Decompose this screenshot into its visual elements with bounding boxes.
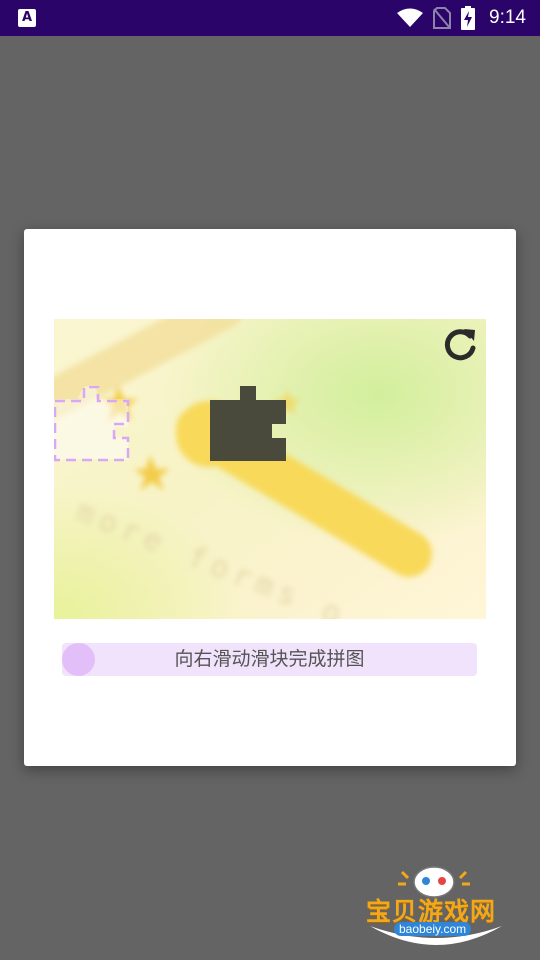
refresh-button[interactable] (440, 325, 480, 365)
no-sim-icon (433, 7, 452, 29)
refresh-icon (444, 329, 476, 361)
app-notification-icon: A (18, 9, 36, 27)
puzzle-image: more forms o (54, 319, 486, 619)
slider-instruction-text: 向右滑动滑块完成拼图 (174, 648, 365, 670)
puzzle-drag-piece[interactable] (54, 386, 132, 462)
slider-knob[interactable] (62, 643, 95, 676)
puzzle-target-slot (210, 386, 286, 461)
puzzle-background-image: more forms o (54, 319, 486, 619)
wifi-icon (397, 8, 424, 28)
battery-charging-icon (461, 6, 476, 30)
captcha-dialog: more forms o 向右滑动滑块完成拼图 (24, 229, 516, 766)
watermark-url-text: baobeiy.com (394, 922, 472, 936)
status-icons: 9:14 (397, 0, 526, 36)
slider-track[interactable]: 向右滑动滑块完成拼图 (62, 643, 477, 676)
clock-time: 9:14 (489, 7, 526, 28)
watermark-logo: 宝贝游戏网 baobeiy.com (362, 864, 512, 956)
status-bar: A 9:14 (0, 0, 540, 36)
